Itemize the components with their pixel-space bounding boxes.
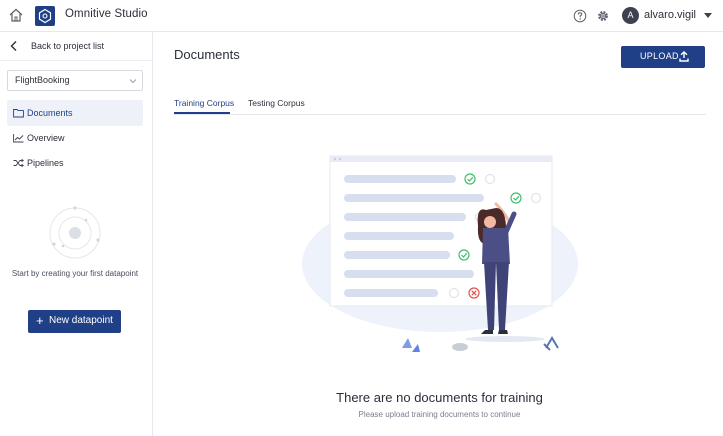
upload-button[interactable]: UPLOAD <box>621 46 705 68</box>
top-bar: Omnitive Studio A alvaro.vigil <box>0 0 723 32</box>
sidebar-item-documents[interactable]: Documents <box>7 100 143 126</box>
avatar[interactable]: A <box>622 7 639 24</box>
username[interactable]: alvaro.vigil <box>644 9 696 21</box>
tabs-divider <box>174 114 706 115</box>
upload-button-label: UPLOAD <box>640 51 679 61</box>
empty-documents-illustration <box>302 155 578 352</box>
page-title: Documents <box>174 47 240 62</box>
home-icon[interactable] <box>8 7 24 23</box>
sidebar-item-label: Documents <box>27 108 73 118</box>
empty-datapoint-hint: Start by creating your first datapoint <box>11 269 139 278</box>
gear-icon[interactable] <box>596 9 610 23</box>
back-to-project-list-link[interactable]: Back to project list <box>0 32 152 60</box>
back-link-label: Back to project list <box>31 41 105 51</box>
app-title: Omnitive Studio <box>65 8 148 20</box>
divider <box>0 60 152 61</box>
folder-icon <box>13 109 24 118</box>
datapoint-orbit-icon <box>49 206 101 259</box>
sidebar: Back to project list FlightBooking Docum… <box>0 32 153 436</box>
project-select[interactable]: FlightBooking <box>7 70 143 91</box>
chevron-down-icon <box>129 79 137 84</box>
plus-icon: + <box>36 313 44 328</box>
new-datapoint-label: New datapoint <box>49 315 113 326</box>
caret-down-icon[interactable] <box>704 13 712 18</box>
new-datapoint-button[interactable]: + New datapoint <box>28 310 121 333</box>
upload-icon <box>679 51 689 62</box>
shuffle-icon <box>13 158 24 168</box>
logo-icon[interactable] <box>35 6 55 26</box>
main-content: Documents UPLOAD Training Corpus Testing… <box>154 32 723 436</box>
sidebar-item-overview[interactable]: Overview <box>7 125 143 151</box>
project-select-value: FlightBooking <box>15 75 70 85</box>
chevron-left-icon <box>10 41 17 51</box>
sidebar-item-label: Pipelines <box>27 158 64 168</box>
tab-testing-corpus[interactable]: Testing Corpus <box>248 98 305 108</box>
sidebar-item-pipelines[interactable]: Pipelines <box>7 150 143 176</box>
empty-state-subtitle: Please upload training documents to cont… <box>358 410 521 419</box>
empty-state-title: There are no documents for training <box>336 390 543 405</box>
help-icon[interactable] <box>573 9 587 23</box>
sidebar-item-label: Overview <box>27 133 65 143</box>
tab-training-corpus[interactable]: Training Corpus <box>174 98 234 108</box>
chart-line-icon <box>13 134 24 143</box>
